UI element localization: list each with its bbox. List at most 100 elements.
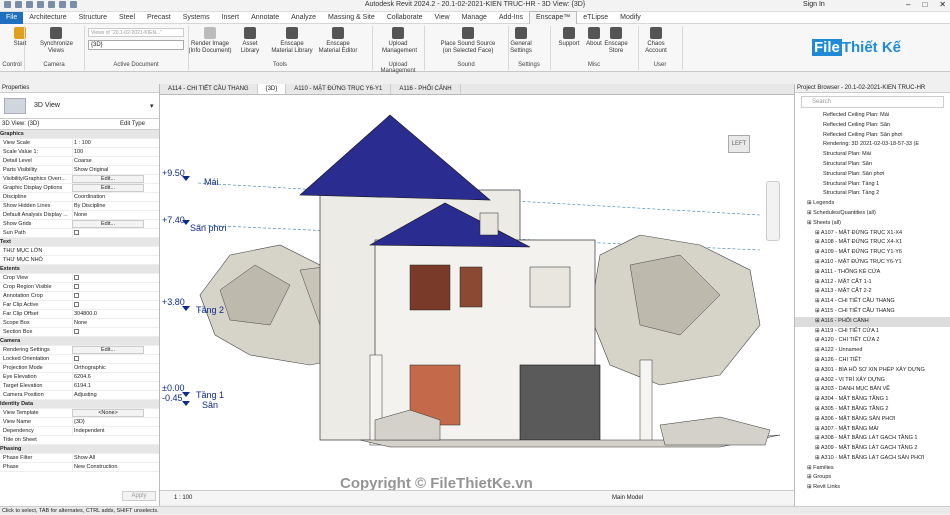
browser-item[interactable]: ⊞ A308 - MẶT BẰNG LÁT GẠCH TẦNG 1: [795, 434, 950, 444]
menu-tab[interactable]: Systems: [177, 12, 216, 24]
menu-tab[interactable]: Annotate: [245, 12, 285, 24]
browser-item[interactable]: Structural Plan: Tầng 1: [795, 180, 950, 190]
browser-item[interactable]: ⊞ A107 - MẶT ĐỨNG TRỤC X1-X4: [795, 229, 950, 239]
browser-item[interactable]: ⊞ Sheets (all): [795, 219, 950, 229]
browser-item[interactable]: ⊞ A305 - MẶT BẰNG TẦNG 2: [795, 405, 950, 415]
browser-item[interactable]: ⊞ A116 - PHỐI CẢNH: [795, 316, 950, 327]
property-edit-button[interactable]: Edit...: [72, 184, 144, 192]
browser-item[interactable]: ⊞ A301 - BÌA HỒ SƠ XIN PHÉP XÂY DỰNG: [795, 366, 950, 376]
menu-tab[interactable]: eTLipse: [577, 12, 614, 24]
window-controls[interactable]: – □ ✕: [906, 0, 946, 9]
menu-tab[interactable]: Analyze: [285, 12, 322, 24]
browser-item[interactable]: ⊞ A109 - MẶT ĐỨNG TRỤC Y1-Y6: [795, 248, 950, 258]
ribbon-button[interactable]: Start: [4, 27, 36, 48]
view-tab[interactable]: {3D}: [257, 84, 287, 94]
browser-item[interactable]: Structural Plan: Mái: [795, 150, 950, 160]
browser-item[interactable]: ⊞ Groups: [795, 473, 950, 483]
browser-item[interactable]: Structural Plan: Sân: [795, 160, 950, 170]
browser-item[interactable]: Reflected Ceiling Plan: Sân: [795, 121, 950, 131]
property-value[interactable]: 100: [72, 148, 144, 156]
browser-item[interactable]: ⊞ Legends: [795, 199, 950, 209]
menu-tab[interactable]: Enscape™: [529, 11, 578, 24]
ribbon-button[interactable]: Chaos Account: [640, 27, 672, 55]
property-section[interactable]: Identity Data: [0, 400, 159, 409]
property-edit-button[interactable]: Edit...: [72, 346, 144, 354]
browser-item[interactable]: Reflected Ceiling Plan: Sân phơi: [795, 131, 950, 141]
property-section[interactable]: Camera: [0, 337, 159, 346]
property-value[interactable]: Adjusting: [72, 391, 144, 399]
ribbon-button[interactable]: General Settings: [505, 27, 537, 55]
property-value[interactable]: New Construction: [72, 463, 144, 471]
property-section[interactable]: Graphics: [0, 130, 159, 139]
model-selector[interactable]: Main Model: [612, 491, 643, 505]
browser-item[interactable]: Rendering: 3D 2021-02-03-18-57-33 (E: [795, 140, 950, 150]
ribbon-button[interactable]: Enscape Material Library: [270, 27, 314, 55]
view-dropdown[interactable]: {3D}: [88, 40, 184, 50]
property-checkbox[interactable]: [72, 301, 144, 309]
menu-tab[interactable]: Insert: [216, 12, 246, 24]
property-checkbox[interactable]: [72, 229, 144, 237]
apply-button[interactable]: Apply: [122, 491, 156, 501]
menu-tab[interactable]: Structure: [73, 12, 113, 24]
property-value[interactable]: By Discipline: [72, 202, 144, 210]
chevron-down-icon[interactable]: ▾: [150, 102, 154, 110]
property-section[interactable]: Phasing: [0, 445, 159, 454]
drawing-area[interactable]: +9.50 Mái +7.40 Sân phơi +3.80 Tầng 2 ±0…: [160, 95, 794, 492]
ribbon-button[interactable]: Render Image (Info Document): [188, 27, 232, 55]
browser-search-input[interactable]: Search: [801, 96, 944, 108]
menu-tab[interactable]: Modify: [614, 12, 647, 24]
menu-tab[interactable]: Add-Ins: [493, 12, 529, 24]
browser-item[interactable]: ⊞ A307 - MẶT BẰNG MÁI: [795, 425, 950, 435]
property-checkbox[interactable]: [72, 274, 144, 282]
property-value[interactable]: Independent: [72, 427, 144, 435]
menu-tab[interactable]: Massing & Site: [322, 12, 381, 24]
minimize-icon[interactable]: –: [906, 0, 910, 9]
browser-item[interactable]: ⊞ A115 - CHI TIẾT CẦU THANG: [795, 307, 950, 317]
property-checkbox[interactable]: [72, 328, 144, 336]
ribbon-button[interactable]: Synchronize Views: [40, 27, 73, 55]
navigation-bar[interactable]: [766, 181, 780, 241]
browser-item[interactable]: ⊞ A111 - THỐNG KÊ CỬA: [795, 268, 950, 278]
browser-item[interactable]: ⊞ A304 - MẶT BẰNG TẦNG 1: [795, 395, 950, 405]
view-tab[interactable]: A110 - MẶT ĐỨNG TRỤC Y6-Y1: [286, 84, 392, 94]
property-value[interactable]: Show Original: [72, 166, 144, 174]
browser-item[interactable]: ⊞ A114 - CHI TIẾT CẦU THANG: [795, 297, 950, 307]
browser-item[interactable]: ⊞ Revit Links: [795, 483, 950, 493]
property-value[interactable]: {3D}: [72, 418, 144, 426]
property-value[interactable]: 1 : 100: [72, 139, 144, 147]
browser-item[interactable]: ⊞ A108 - MẶT ĐỨNG TRỤC X4-X1: [795, 238, 950, 248]
type-selector[interactable]: 3D View ▾: [0, 93, 159, 119]
ribbon-button[interactable]: Enscape Material Editor: [316, 27, 360, 55]
browser-item[interactable]: ⊞ A112 - MẶT CẮT 1-1: [795, 278, 950, 288]
menu-tab[interactable]: Collaborate: [381, 12, 429, 24]
menu-tab[interactable]: View: [429, 12, 456, 24]
browser-item[interactable]: ⊞ Schedules/Quantities (all): [795, 209, 950, 219]
property-checkbox[interactable]: [72, 292, 144, 300]
property-value[interactable]: 6204.6: [72, 373, 144, 381]
browser-item[interactable]: ⊞ A126 - CHI TIẾT: [795, 356, 950, 366]
property-value[interactable]: None: [72, 211, 144, 219]
ribbon-button[interactable]: Place Sound Source (on Selected Face): [438, 27, 498, 55]
browser-item[interactable]: Reflected Ceiling Plan: Mái: [795, 111, 950, 121]
property-value[interactable]: Show All: [72, 454, 144, 462]
browser-item[interactable]: ⊞ A122 - Unnamed: [795, 346, 950, 356]
browser-item[interactable]: ⊞ Families: [795, 464, 950, 474]
ribbon-button[interactable]: Upload Management: [382, 27, 417, 55]
3d-model-view[interactable]: [160, 95, 794, 490]
menu-tab[interactable]: Manage: [456, 12, 493, 24]
view-scale[interactable]: 1 : 100: [174, 491, 192, 505]
menu-tab[interactable]: Steel: [113, 12, 141, 24]
property-value[interactable]: 6194.1: [72, 382, 144, 390]
browser-item[interactable]: ⊞ A113 - MẶT CẮT 2-2: [795, 287, 950, 297]
views-hint-field[interactable]: Views of "20.1-02-2021-KIEN...": [88, 28, 184, 37]
browser-item[interactable]: Structural Plan: Sân phơi: [795, 170, 950, 180]
property-edit-button[interactable]: Edit...: [72, 175, 144, 183]
property-section[interactable]: Extents: [0, 265, 159, 274]
edit-type-button[interactable]: Edit Type: [120, 119, 145, 130]
property-value[interactable]: Coarse: [72, 157, 144, 165]
browser-item[interactable]: ⊞ A110 - MẶT ĐỨNG TRỤC Y6-Y1: [795, 258, 950, 268]
view-tab[interactable]: A114 - CHI TIẾT CẦU THANG: [160, 84, 258, 94]
property-checkbox[interactable]: [72, 283, 144, 291]
close-icon[interactable]: ✕: [939, 0, 946, 9]
property-edit-button[interactable]: Edit...: [72, 220, 144, 228]
